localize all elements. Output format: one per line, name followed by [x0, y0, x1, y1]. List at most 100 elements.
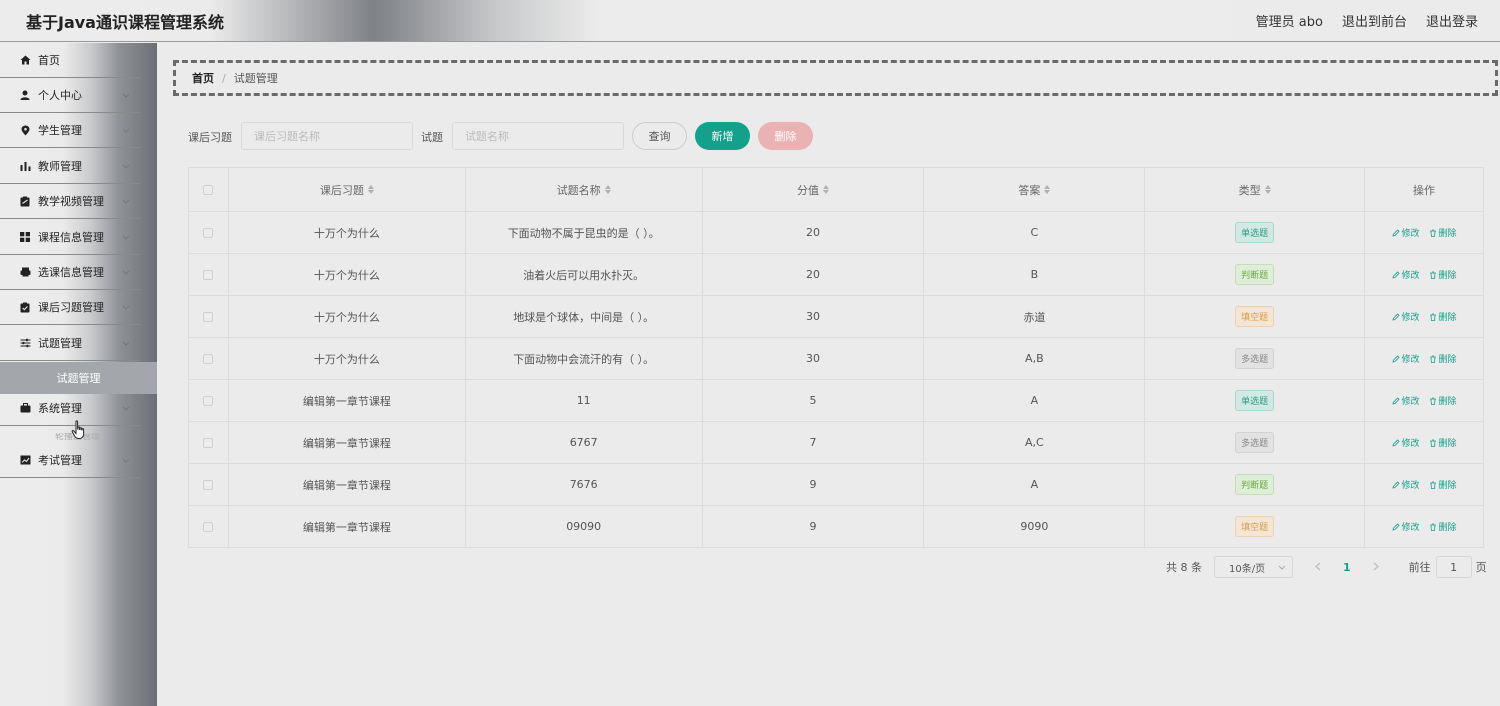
header-select-all[interactable]: [189, 168, 229, 212]
sidebar-item[interactable]: 试题管理: [0, 326, 140, 361]
sidebar-subitem-question-management[interactable]: 试题管理: [0, 362, 157, 394]
header-exercise[interactable]: 课后习题: [228, 168, 466, 212]
goto-page-input[interactable]: 1: [1435, 556, 1472, 578]
page-number-current[interactable]: 1: [1343, 561, 1351, 574]
sidebar-item[interactable]: 教学视频管理: [0, 184, 140, 219]
chevron-down-icon: [120, 232, 132, 242]
edit-icon: [1391, 438, 1400, 447]
table-row[interactable]: 十万个为什么 下面动物中会流汗的有（ ）。 30 A,B 多选题 修改 删除: [189, 338, 1484, 380]
trash-icon: [1429, 397, 1437, 405]
header-answer[interactable]: 答案: [924, 168, 1146, 212]
delete-button[interactable]: 删除: [1429, 520, 1457, 533]
edit-button[interactable]: 修改: [1391, 352, 1420, 365]
delete-button[interactable]: 删除: [1429, 226, 1457, 239]
row-select-cell[interactable]: [189, 212, 229, 254]
add-button[interactable]: 新增: [695, 122, 750, 150]
page-size-select[interactable]: 10条/页: [1214, 556, 1293, 578]
delete-button[interactable]: 删除: [1429, 394, 1457, 407]
chevron-down-icon: [120, 455, 132, 465]
sidebar-item[interactable]: 系统管理: [0, 391, 140, 426]
delete-button[interactable]: 删除: [1429, 436, 1457, 449]
cell-answer: A: [924, 464, 1146, 506]
cell-question-name: 下面动物不属于昆虫的是（ ）。: [465, 212, 703, 254]
row-select-cell[interactable]: [189, 254, 229, 296]
sort-icon[interactable]: [1044, 185, 1051, 194]
row-select-cell[interactable]: [189, 422, 229, 464]
delete-button[interactable]: 删除: [1429, 478, 1457, 491]
sidebar-item[interactable]: 个人中心: [0, 78, 140, 113]
row-checkbox[interactable]: [203, 479, 214, 490]
sidebar-item[interactable]: 首页: [0, 43, 140, 78]
edit-button[interactable]: 修改: [1391, 268, 1420, 281]
row-select-cell[interactable]: [189, 506, 229, 548]
row-select-cell[interactable]: [189, 380, 229, 422]
sort-icon[interactable]: [1264, 185, 1271, 194]
cell-answer: A: [924, 380, 1146, 422]
row-select-cell[interactable]: [189, 296, 229, 338]
table-row[interactable]: 编辑第一章节课程 6767 7 A,C 多选题 修改 删除: [189, 422, 1484, 464]
cell-answer: 赤道: [924, 296, 1146, 338]
header-question-name[interactable]: 试题名称: [465, 168, 703, 212]
row-checkbox[interactable]: [203, 395, 214, 406]
cell-type: 判断题: [1145, 254, 1366, 296]
row-checkbox[interactable]: [203, 227, 214, 238]
prev-page-icon[interactable]: [1315, 561, 1321, 574]
sort-icon[interactable]: [823, 185, 829, 194]
sidebar-item[interactable]: 考试管理: [0, 443, 140, 478]
trash-icon: [1429, 481, 1437, 489]
sidebar-item[interactable]: 学生管理: [0, 113, 140, 148]
row-checkbox[interactable]: [203, 353, 214, 364]
cell-question-name: 油着火后可以用水扑灭。: [465, 254, 703, 296]
batch-delete-button[interactable]: 删除: [758, 122, 813, 150]
table-row[interactable]: 编辑第一章节课程 11 5 A 单选题 修改 删除: [189, 380, 1484, 422]
table-row[interactable]: 十万个为什么 地球是个球体，中间是（ ）。 30 赤道 填空题 修改 删除: [189, 296, 1484, 338]
edit-button[interactable]: 修改: [1391, 436, 1420, 449]
question-search-input[interactable]: 试题名称: [452, 122, 624, 150]
next-page-icon[interactable]: [1373, 561, 1379, 574]
select-all-checkbox[interactable]: [203, 184, 214, 195]
exercise-search-input[interactable]: 课后习题名称: [241, 122, 413, 150]
sort-icon[interactable]: [367, 185, 374, 194]
header-score[interactable]: 分值: [702, 168, 925, 212]
sort-icon[interactable]: [604, 185, 611, 194]
cell-answer: A,B: [924, 338, 1146, 380]
edit-button[interactable]: 修改: [1391, 520, 1420, 533]
row-select-cell[interactable]: [189, 464, 229, 506]
edit-icon: [1391, 522, 1400, 531]
table-row[interactable]: 编辑第一章节课程 7676 9 A 判断题 修改 删除: [189, 464, 1484, 506]
cell-score: 20: [702, 212, 925, 254]
sidebar-item-label: 首页: [38, 54, 60, 67]
edit-button[interactable]: 修改: [1391, 394, 1420, 407]
sidebar-item[interactable]: 课程信息管理: [0, 220, 140, 255]
sidebar-item[interactable]: 选课信息管理: [0, 255, 140, 290]
table-row[interactable]: 十万个为什么 油着火后可以用水扑灭。 20 B 判断题 修改 删除: [189, 254, 1484, 296]
row-checkbox[interactable]: [203, 269, 214, 280]
sidebar-item[interactable]: 课后习题管理: [0, 290, 140, 325]
breadcrumb-home[interactable]: 首页: [192, 70, 214, 86]
row-checkbox[interactable]: [203, 521, 214, 532]
table-row[interactable]: 十万个为什么 下面动物不属于昆虫的是（ ）。 20 C 单选题 修改 删除: [189, 212, 1484, 254]
query-button[interactable]: 查询: [632, 122, 687, 150]
cell-score: 30: [702, 296, 925, 338]
cell-actions: 修改 删除: [1365, 338, 1484, 380]
edit-button[interactable]: 修改: [1391, 478, 1420, 491]
delete-button[interactable]: 删除: [1429, 310, 1457, 323]
row-checkbox[interactable]: [203, 311, 214, 322]
home-icon: [19, 54, 31, 66]
row-select-cell[interactable]: [189, 338, 229, 380]
delete-button[interactable]: 删除: [1429, 352, 1457, 365]
exit-to-front-link[interactable]: 退出到前台: [1342, 11, 1407, 30]
type-tag: 多选题: [1235, 348, 1275, 369]
edit-button[interactable]: 修改: [1391, 310, 1420, 323]
row-checkbox[interactable]: [203, 437, 214, 448]
pagination: 共 8 条 10条/页 1 前往 1 页: [1166, 556, 1487, 578]
admin-user-label[interactable]: 管理员 abo: [1256, 11, 1323, 30]
logout-link[interactable]: 退出登录: [1426, 11, 1478, 30]
cell-actions: 修改 删除: [1365, 254, 1484, 296]
sidebar-item[interactable]: 教师管理: [0, 149, 140, 184]
edit-button[interactable]: 修改: [1391, 226, 1420, 239]
chevron-down-icon: [120, 196, 132, 206]
header-type[interactable]: 类型: [1145, 168, 1366, 212]
delete-button[interactable]: 删除: [1429, 268, 1457, 281]
table-row[interactable]: 编辑第一章节课程 09090 9 9090 填空题 修改 删除: [189, 506, 1484, 548]
